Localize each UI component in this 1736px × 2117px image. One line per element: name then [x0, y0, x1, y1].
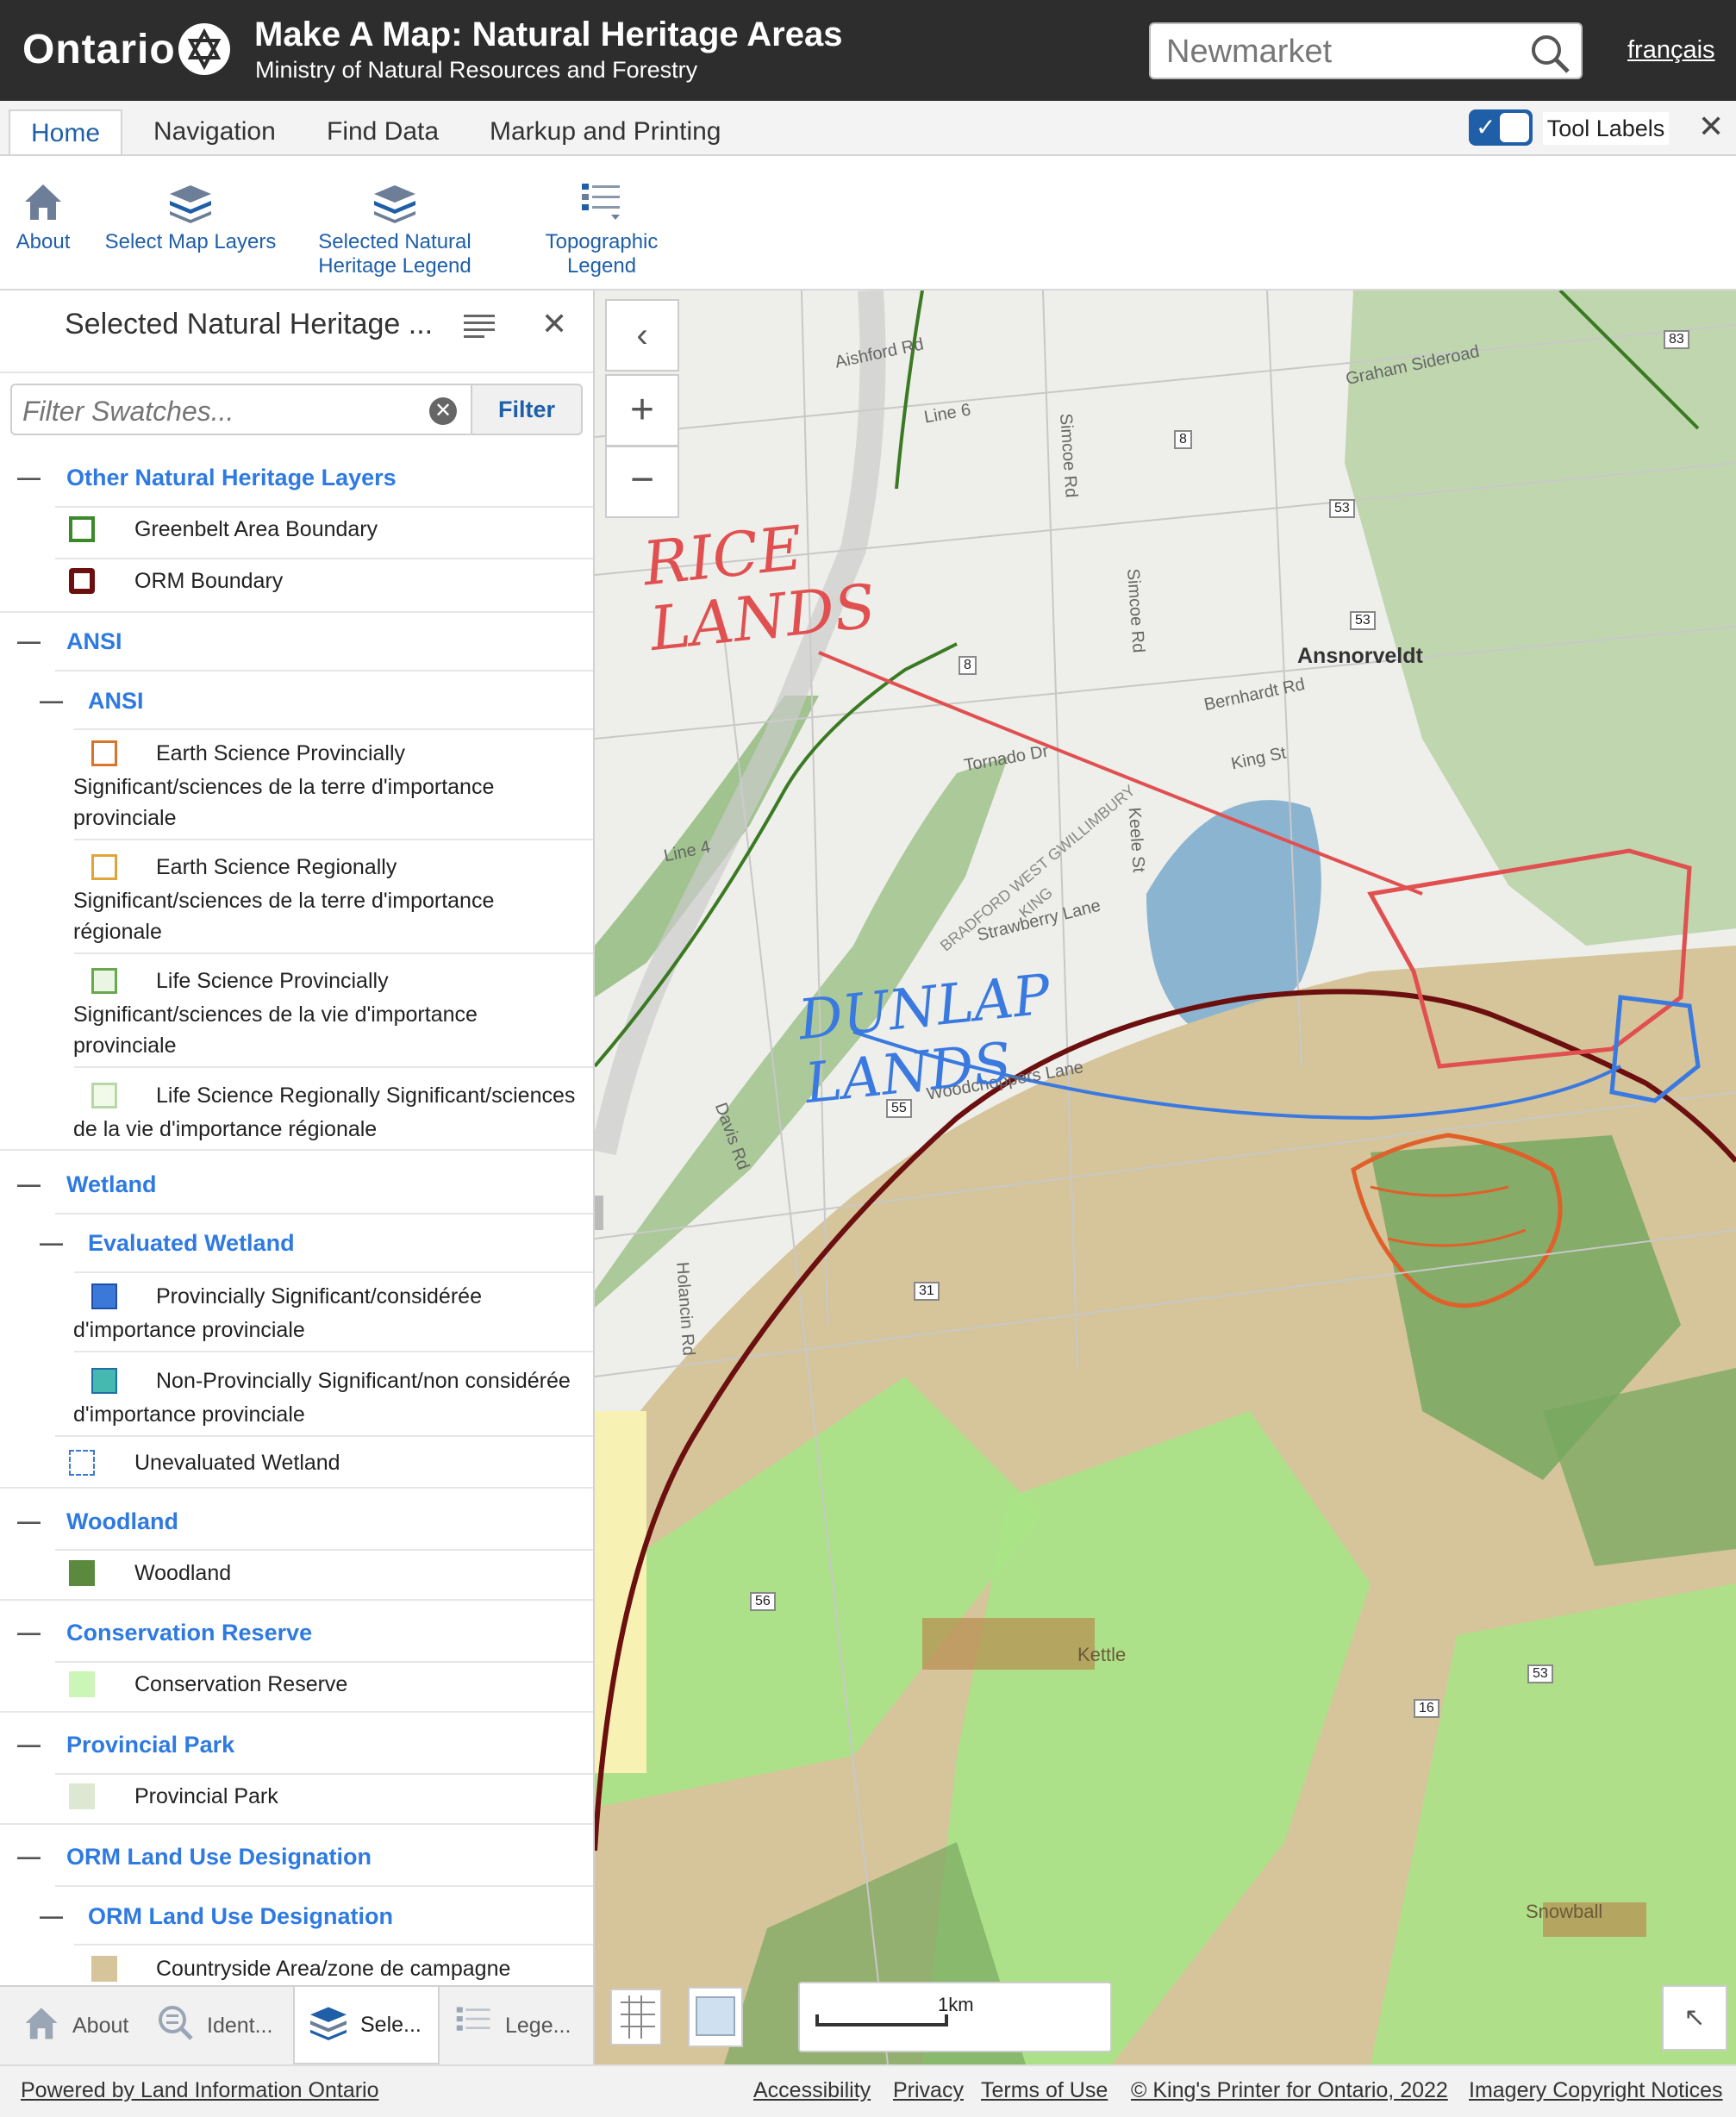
- coordinates-button[interactable]: [610, 1989, 662, 2045]
- route-shield: 53: [1350, 611, 1376, 630]
- layers-icon: [310, 156, 479, 223]
- ontario-logo[interactable]: Ontario: [22, 26, 176, 73]
- home-icon: [22, 2004, 60, 2048]
- tool-labels-toggle[interactable]: ✓: [1469, 109, 1533, 146]
- tool-labels-text: Tool Labels: [1543, 112, 1669, 145]
- earth-sci-prov-swatch: [91, 740, 117, 766]
- search-icon[interactable]: [1529, 33, 1571, 78]
- scale-label: 1km: [938, 1994, 974, 2015]
- life-sci-reg-swatch: [91, 1083, 117, 1108]
- bottom-tab-about[interactable]: About: [22, 1987, 128, 2064]
- panel-close-icon[interactable]: ✕: [541, 306, 567, 342]
- route-shield: 31: [914, 1282, 940, 1301]
- tab-navigation[interactable]: Navigation: [133, 109, 297, 154]
- filter-swatches-input[interactable]: [21, 392, 403, 430]
- plus-icon: +: [629, 387, 655, 433]
- select-map-layers-button[interactable]: Select Map Layers: [102, 156, 279, 254]
- accessibility-link[interactable]: Accessibility: [753, 2078, 871, 2103]
- bottom-tab-identify[interactable]: Ident...: [157, 1987, 272, 2064]
- collapse-panel-button[interactable]: ‹: [605, 299, 679, 372]
- route-shield: 53: [1329, 499, 1355, 518]
- non-prov-wetland-swatch: [91, 1368, 117, 1394]
- life-sci-prov-swatch: [91, 968, 117, 994]
- route-shield: 16: [1414, 1699, 1439, 1718]
- search-input[interactable]: [1165, 31, 1530, 72]
- place-label-snowball: Snowball: [1526, 1901, 1603, 1922]
- tab-find-data[interactable]: Find Data: [306, 109, 459, 154]
- panel-bottom-tabs: About Ident... Sele... Lege...: [0, 1985, 595, 2066]
- legend-panel: Selected Natural Heritage ... ✕ ✕ Filter…: [0, 290, 595, 1985]
- place-label-ansnorveldt: Ansnorveldt: [1297, 644, 1423, 668]
- filter-button[interactable]: Filter: [472, 384, 583, 435]
- panel-menu-icon[interactable]: [464, 313, 495, 343]
- orm-boundary-swatch: [69, 568, 95, 594]
- close-ribbon-icon[interactable]: ✕: [1698, 109, 1724, 145]
- route-shield: 8: [959, 656, 977, 675]
- expand-arrow-icon: ↖: [1683, 2003, 1706, 2032]
- about-button[interactable]: About: [10, 156, 76, 254]
- zoom-in-button[interactable]: +: [605, 374, 679, 447]
- route-shield: 8: [1174, 430, 1192, 449]
- legend-list-icon: [455, 2004, 493, 2048]
- copyright-link[interactable]: © King's Printer for Ontario, 2022: [1131, 2078, 1448, 2103]
- annotation-dunlap-lands: DUNLAP LANDS: [795, 963, 1053, 1117]
- chevron-left-icon: ‹: [636, 316, 648, 354]
- app-subtitle: Ministry of Natural Resources and Forest…: [255, 57, 698, 83]
- search-box: [1149, 22, 1583, 79]
- earth-sci-reg-swatch: [91, 854, 117, 880]
- bottom-tab-legend[interactable]: Lege...: [455, 1987, 571, 2064]
- clear-filter-icon[interactable]: ✕: [429, 397, 457, 425]
- powered-by-link[interactable]: Powered by Land Information Ontario: [21, 2078, 379, 2103]
- unevaluated-wetland-swatch: [69, 1450, 95, 1476]
- legend-item-orm-boundary: ORM Boundary: [134, 569, 284, 593]
- home-icon: [10, 156, 76, 223]
- scale-bar: 1km: [798, 1982, 1112, 2052]
- language-link[interactable]: français: [1627, 36, 1715, 65]
- woodland-swatch: [69, 1560, 95, 1586]
- greenbelt-swatch: [69, 516, 95, 542]
- toggle-knob: [1500, 113, 1529, 142]
- tab-markup-printing[interactable]: Markup and Printing: [469, 109, 741, 154]
- ribbon-toolbar: About Select Map Layers Selected Natural…: [0, 156, 1736, 290]
- selected-natural-heritage-legend-button[interactable]: Selected Natural Heritage Legend: [310, 156, 479, 278]
- conservation-reserve-swatch: [69, 1671, 95, 1697]
- checkmark-icon: ✓: [1476, 114, 1496, 141]
- prov-sig-wetland-swatch: [91, 1283, 117, 1309]
- route-shield: 56: [750, 1592, 776, 1611]
- privacy-link[interactable]: Privacy: [893, 2078, 964, 2103]
- minus-icon: −: [629, 457, 655, 503]
- map-view[interactable]: Ansnorveldt Kettle Snowball Aishford Rd …: [595, 290, 1736, 2064]
- overview-toggle-button[interactable]: ↖: [1662, 1985, 1727, 2051]
- countryside-area-swatch: [91, 1956, 117, 1982]
- layers-icon: [309, 2004, 348, 2046]
- trillium-logo-icon: [178, 23, 230, 75]
- tab-home[interactable]: Home: [9, 109, 123, 154]
- legend-item-greenbelt: Greenbelt Area Boundary: [134, 517, 378, 541]
- app-title: Make A Map: Natural Heritage Areas: [254, 16, 843, 53]
- place-label-kettle: Kettle: [1077, 1644, 1127, 1665]
- footer: Powered by Land Information Ontario Acce…: [0, 2064, 1736, 2117]
- topographic-legend-button[interactable]: Topographic Legend: [534, 156, 669, 278]
- provincial-park-swatch: [69, 1783, 95, 1809]
- app-header: Ontario Make A Map: Natural Heritage Are…: [0, 0, 1736, 101]
- route-shield: 83: [1664, 330, 1689, 349]
- xy-grid-icon: [621, 1995, 655, 2039]
- terms-link[interactable]: Terms of Use: [981, 2078, 1108, 2103]
- identify-icon: [157, 2004, 195, 2048]
- route-shield: 53: [1527, 1664, 1553, 1683]
- basemap-button[interactable]: [688, 1987, 743, 2047]
- panel-title: Selected Natural Heritage ...: [65, 308, 434, 340]
- bottom-tab-selected-legend[interactable]: Sele...: [293, 1987, 440, 2064]
- annotation-rice-lands: RICE LANDS: [640, 512, 879, 665]
- imagery-notices-link[interactable]: Imagery Copyright Notices: [1469, 2078, 1723, 2103]
- layers-icon: [102, 156, 279, 223]
- filter-box: ✕: [10, 384, 472, 435]
- zoom-out-button[interactable]: −: [605, 446, 679, 518]
- basemap-icon: [696, 1996, 735, 2036]
- legend-list-icon: [534, 156, 669, 223]
